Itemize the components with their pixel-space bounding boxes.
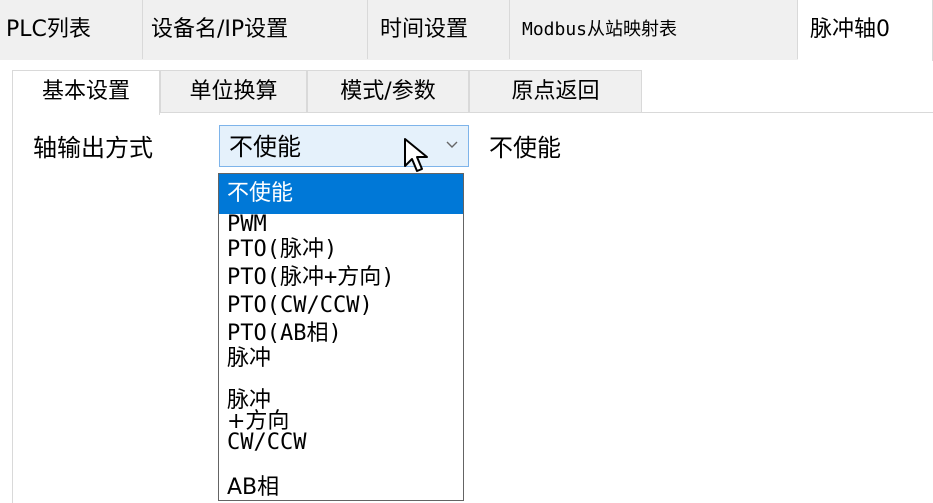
option-pto-pulse[interactable]: PTO(脉冲) xyxy=(219,236,463,264)
basic-settings-panel: 轴输出方式 不使能 不使能 xyxy=(12,112,933,503)
tab-modbus-slave-mapping[interactable]: Modbus从站映射表 xyxy=(510,0,798,59)
axis-output-mode-select[interactable]: 不使能 xyxy=(219,125,469,167)
option-cw-ccw[interactable]: CW/CCW xyxy=(219,432,319,474)
tab-plc-list[interactable]: PLC列表 xyxy=(0,0,143,59)
pulse-axis-content-panel: 基本设置 单位换算 模式/参数 原点返回 轴输出方式 不使能 不使能 xyxy=(0,60,933,503)
tab-origin-return[interactable]: 原点返回 xyxy=(469,70,642,112)
option-disabled[interactable]: 不使能 xyxy=(219,174,463,214)
axis-output-mode-selected-value: 不使能 xyxy=(229,133,301,161)
option-pto-pulse-direction[interactable]: PTO(脉冲+方向) xyxy=(219,264,463,292)
tab-pulse-axis-0[interactable]: 脉冲轴0 xyxy=(798,0,933,61)
option-pwm[interactable]: PWM xyxy=(219,214,463,236)
option-pto-ab-phase[interactable]: PTO(AB相) xyxy=(219,320,463,348)
option-ab-phase[interactable]: AB相 xyxy=(219,474,463,500)
axis-output-mode-status: 不使能 xyxy=(489,134,561,162)
tab-time-settings[interactable]: 时间设置 xyxy=(368,0,510,59)
mouse-pointer-icon xyxy=(403,137,431,175)
option-pulse-direction[interactable]: 脉冲+方向 xyxy=(219,390,305,433)
sub-tab-bar: 基本设置 单位换算 模式/参数 原点返回 xyxy=(12,70,933,115)
option-pto-cw-ccw[interactable]: PTO(CW/CCW) xyxy=(219,292,463,320)
option-pulse[interactable]: 脉冲 xyxy=(219,348,295,390)
axis-output-mode-dropdown-list: 不使能 PWM PTO(脉冲) PTO(脉冲+方向) PTO(CW/CCW) P… xyxy=(218,173,464,501)
tab-basic-settings[interactable]: 基本设置 xyxy=(12,70,160,115)
tab-unit-conversion[interactable]: 单位换算 xyxy=(160,70,307,112)
tab-device-name-ip-settings[interactable]: 设备名/IP设置 xyxy=(143,0,368,59)
tab-mode-parameters[interactable]: 模式/参数 xyxy=(307,70,469,112)
axis-output-mode-label: 轴输出方式 xyxy=(33,134,153,162)
top-tab-bar: PLC列表 设备名/IP设置 时间设置 Modbus从站映射表 脉冲轴0 xyxy=(0,0,933,61)
chevron-down-icon[interactable] xyxy=(444,134,460,156)
